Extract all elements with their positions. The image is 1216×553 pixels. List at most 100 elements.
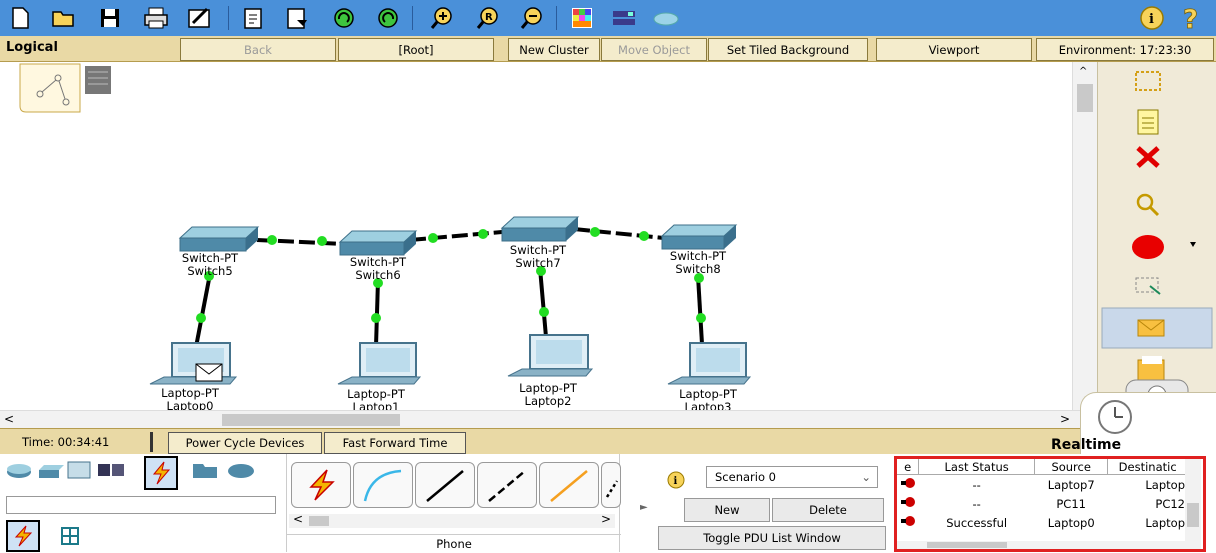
inspect-icon[interactable] [1136, 193, 1160, 217]
back-button[interactable]: Back [180, 38, 336, 61]
pdu-header[interactable]: Last Status [918, 459, 1036, 475]
pdu-horizontal-scrollbar[interactable] [897, 541, 1185, 549]
paste-icon[interactable] [282, 2, 314, 34]
switch-device[interactable] [500, 216, 580, 242]
save-icon[interactable] [94, 2, 126, 34]
time-display: Time: 00:34:41 [22, 435, 110, 449]
pdu-destination: Laptop [1145, 477, 1185, 492]
switch-device[interactable] [338, 230, 418, 256]
grid-view-icon[interactable] [56, 522, 84, 550]
scroll-thumb[interactable] [309, 516, 329, 526]
routers-category-icon[interactable] [4, 456, 32, 484]
delete-scenario-button[interactable]: Delete [772, 498, 884, 522]
new-file-icon[interactable] [4, 2, 36, 34]
logical-tab[interactable]: Logical [6, 40, 58, 55]
connection-scrollbar[interactable]: < > [289, 512, 615, 528]
pdu-header[interactable]: e [897, 459, 920, 475]
new-scenario-button[interactable]: New [684, 498, 770, 522]
scenario-info-icon[interactable]: i [666, 470, 686, 490]
scroll-thumb[interactable] [927, 542, 1007, 548]
pdu-row[interactable]: Successful Laptop0 Laptop [897, 513, 1187, 532]
logical-workspace[interactable]: Switch-PT Switch5 Switch-PT Switch6 Swit… [0, 62, 1085, 414]
viewport-button[interactable]: Viewport [876, 38, 1032, 61]
vertical-scrollbar[interactable]: ^ [1072, 62, 1097, 410]
pdu-header[interactable]: Destinatic [1107, 459, 1187, 475]
toggle-pdu-list-button[interactable]: Toggle PDU List Window [658, 526, 886, 550]
time-status-bar: Time: 00:34:41 Power Cycle Devices Fast … [0, 428, 1216, 454]
palette-icon[interactable] [566, 2, 598, 34]
move-object-button[interactable]: Move Object [601, 38, 707, 61]
open-folder-icon[interactable] [48, 2, 80, 34]
connections-category-icon[interactable] [144, 456, 178, 490]
draw-shape-icon[interactable] [1132, 235, 1196, 259]
scroll-up-icon[interactable]: ^ [1079, 66, 1087, 77]
svg-text:i: i [674, 476, 678, 487]
realtime-tab[interactable]: Realtime [1051, 392, 1216, 454]
set-tiled-background-button[interactable]: Set Tiled Background [708, 38, 868, 61]
add-simple-pdu-icon[interactable] [1137, 319, 1165, 337]
laptop-device[interactable] [507, 334, 594, 377]
pdu-header[interactable]: Source [1034, 459, 1109, 475]
connections-subcategory-icon[interactable] [6, 520, 40, 552]
laptop-device[interactable] [337, 342, 422, 385]
undo-icon[interactable] [328, 2, 360, 34]
auto-connection-icon[interactable] [291, 462, 351, 508]
help-icon[interactable]: ? [1176, 2, 1208, 34]
scroll-thumb[interactable] [1077, 84, 1093, 112]
root-button[interactable]: [Root] [338, 38, 494, 61]
zoom-reset-icon[interactable]: R [472, 2, 504, 34]
device-search-field[interactable] [6, 496, 276, 514]
delete-icon[interactable] [1136, 146, 1160, 168]
zoom-in-icon[interactable] [426, 2, 458, 34]
pdu-source: Laptop7 [1047, 477, 1095, 492]
environment-button[interactable]: Environment: 17:23:30 [1036, 38, 1214, 61]
pdu-vertical-scrollbar[interactable] [1185, 459, 1201, 549]
add-complex-pdu-icon[interactable] [1137, 356, 1165, 381]
cloud-icon[interactable] [650, 2, 682, 34]
info-icon[interactable]: i [1136, 2, 1168, 34]
power-cycle-devices-button[interactable]: Power Cycle Devices [168, 432, 322, 454]
scroll-left-icon[interactable]: < [293, 512, 303, 526]
expand-arrow-icon[interactable]: ► [640, 502, 648, 513]
device-name-label: Switch7 [515, 256, 561, 270]
inspect-note-icon[interactable] [1137, 109, 1159, 135]
redo-icon[interactable] [372, 2, 404, 34]
fast-forward-time-button[interactable]: Fast Forward Time [324, 432, 466, 454]
laptop-device[interactable] [667, 342, 752, 385]
laptop-device[interactable] [149, 342, 238, 385]
switch-device[interactable] [178, 226, 260, 252]
scenario-select[interactable]: Scenario 0 ⌄ [706, 466, 878, 488]
new-cluster-button[interactable]: New Cluster [508, 38, 600, 61]
horizontal-scrollbar[interactable]: < > [0, 410, 1085, 428]
cloud-category-icon[interactable] [226, 456, 254, 484]
copy-icon[interactable] [238, 2, 270, 34]
switch-device[interactable] [660, 224, 738, 250]
straight-through-cable-icon[interactable] [415, 462, 475, 508]
phone-cable-icon[interactable] [601, 462, 621, 508]
scroll-left-icon[interactable]: < [4, 412, 14, 426]
scroll-thumb[interactable] [1187, 503, 1199, 527]
zoom-out-icon[interactable] [516, 2, 548, 34]
selected-connection-label: Phone [287, 534, 621, 552]
end-devices-category-icon[interactable] [64, 456, 92, 484]
activity-wizard-icon[interactable] [184, 2, 216, 34]
switch-label: Switch-PT Switch8 [648, 250, 748, 276]
pdu-last-status: -- [972, 496, 981, 511]
wan-emulation-category-icon[interactable] [190, 456, 218, 484]
custom-device-icon[interactable] [608, 2, 640, 34]
logical-view-icon[interactable] [19, 63, 111, 113]
scroll-thumb[interactable] [222, 414, 400, 426]
scroll-right-icon[interactable]: > [601, 512, 611, 526]
fiber-cable-icon[interactable] [539, 462, 599, 508]
pdu-row[interactable]: -- Laptop7 Laptop [897, 475, 1187, 495]
pdu-row[interactable]: -- PC11 PC12 [897, 494, 1187, 513]
scroll-right-icon[interactable]: > [1060, 412, 1070, 426]
crossover-cable-icon[interactable] [477, 462, 537, 508]
select-icon[interactable] [1135, 71, 1161, 91]
switches-category-icon[interactable] [36, 456, 64, 484]
device-name-label: Switch5 [187, 264, 233, 278]
console-cable-icon[interactable] [353, 462, 413, 508]
print-icon[interactable] [140, 2, 172, 34]
resize-shape-icon[interactable] [1135, 277, 1161, 295]
misc-devices-category-icon[interactable] [96, 456, 124, 484]
